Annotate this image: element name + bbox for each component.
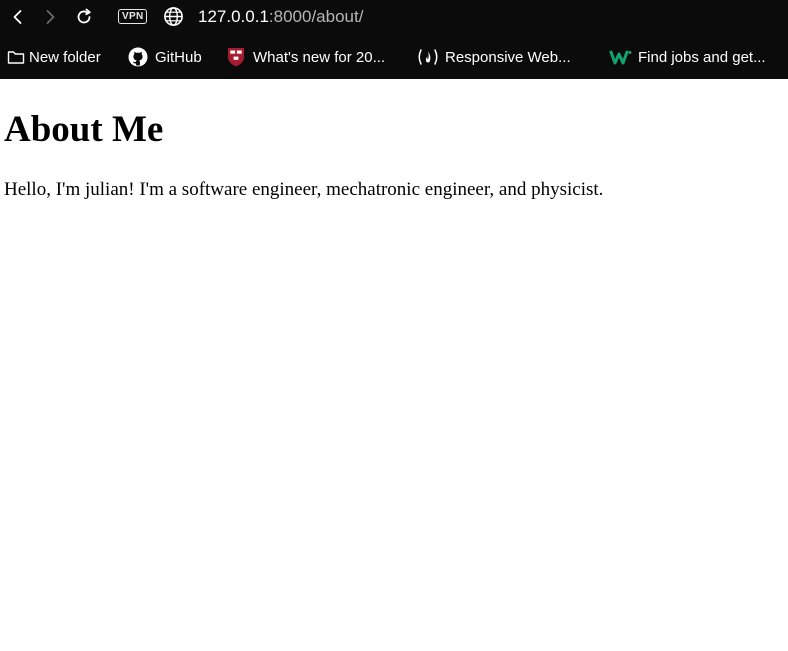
bookmark-label: Find jobs and get... bbox=[638, 48, 766, 66]
freecodecamp-icon bbox=[416, 47, 440, 67]
bookmark-label: Responsive Web... bbox=[445, 48, 571, 66]
forward-button[interactable] bbox=[38, 5, 62, 29]
url-host: 127.0.0.1 bbox=[198, 7, 269, 26]
vpn-badge[interactable]: VPN bbox=[118, 9, 148, 24]
bookmark-github[interactable]: GitHub bbox=[128, 46, 202, 68]
address-bar-row: VPN 127.0.0.1:8000/about/ bbox=[0, 0, 788, 34]
chevron-left-icon bbox=[13, 10, 22, 24]
harvard-shield-icon bbox=[226, 47, 246, 67]
wellfound-icon bbox=[609, 47, 633, 67]
site-info-button[interactable] bbox=[163, 6, 184, 27]
url-field[interactable]: 127.0.0.1:8000/about/ bbox=[198, 7, 363, 27]
github-icon bbox=[128, 47, 148, 67]
globe-icon bbox=[164, 7, 183, 26]
bookmark-whats-new[interactable]: What's new for 20... bbox=[226, 46, 385, 68]
bio-paragraph: Hello, I'm julian! I'm a software engine… bbox=[4, 179, 604, 200]
bookmarks-bar: New folder GitHub What's new for 20... R… bbox=[0, 34, 788, 79]
reload-icon bbox=[77, 8, 91, 24]
bookmark-find-jobs[interactable]: Find jobs and get... bbox=[609, 46, 766, 68]
bookmark-responsive-web[interactable]: Responsive Web... bbox=[416, 46, 571, 68]
browser-chrome: VPN 127.0.0.1:8000/about/ New folder Git… bbox=[0, 0, 788, 79]
page-title: About Me bbox=[4, 109, 164, 150]
back-button[interactable] bbox=[6, 5, 30, 29]
page-content: About Me Hello, I'm julian! I'm a softwa… bbox=[0, 109, 788, 201]
url-path: :8000/about/ bbox=[268, 7, 364, 26]
reload-button[interactable] bbox=[72, 5, 96, 29]
folder-icon bbox=[6, 47, 26, 67]
chevron-right-icon bbox=[46, 10, 55, 24]
bookmark-label: GitHub bbox=[155, 48, 202, 66]
bookmark-label: What's new for 20... bbox=[253, 48, 386, 66]
bookmark-new-folder[interactable]: New folder bbox=[6, 46, 101, 68]
bookmark-label: New folder bbox=[29, 48, 101, 66]
